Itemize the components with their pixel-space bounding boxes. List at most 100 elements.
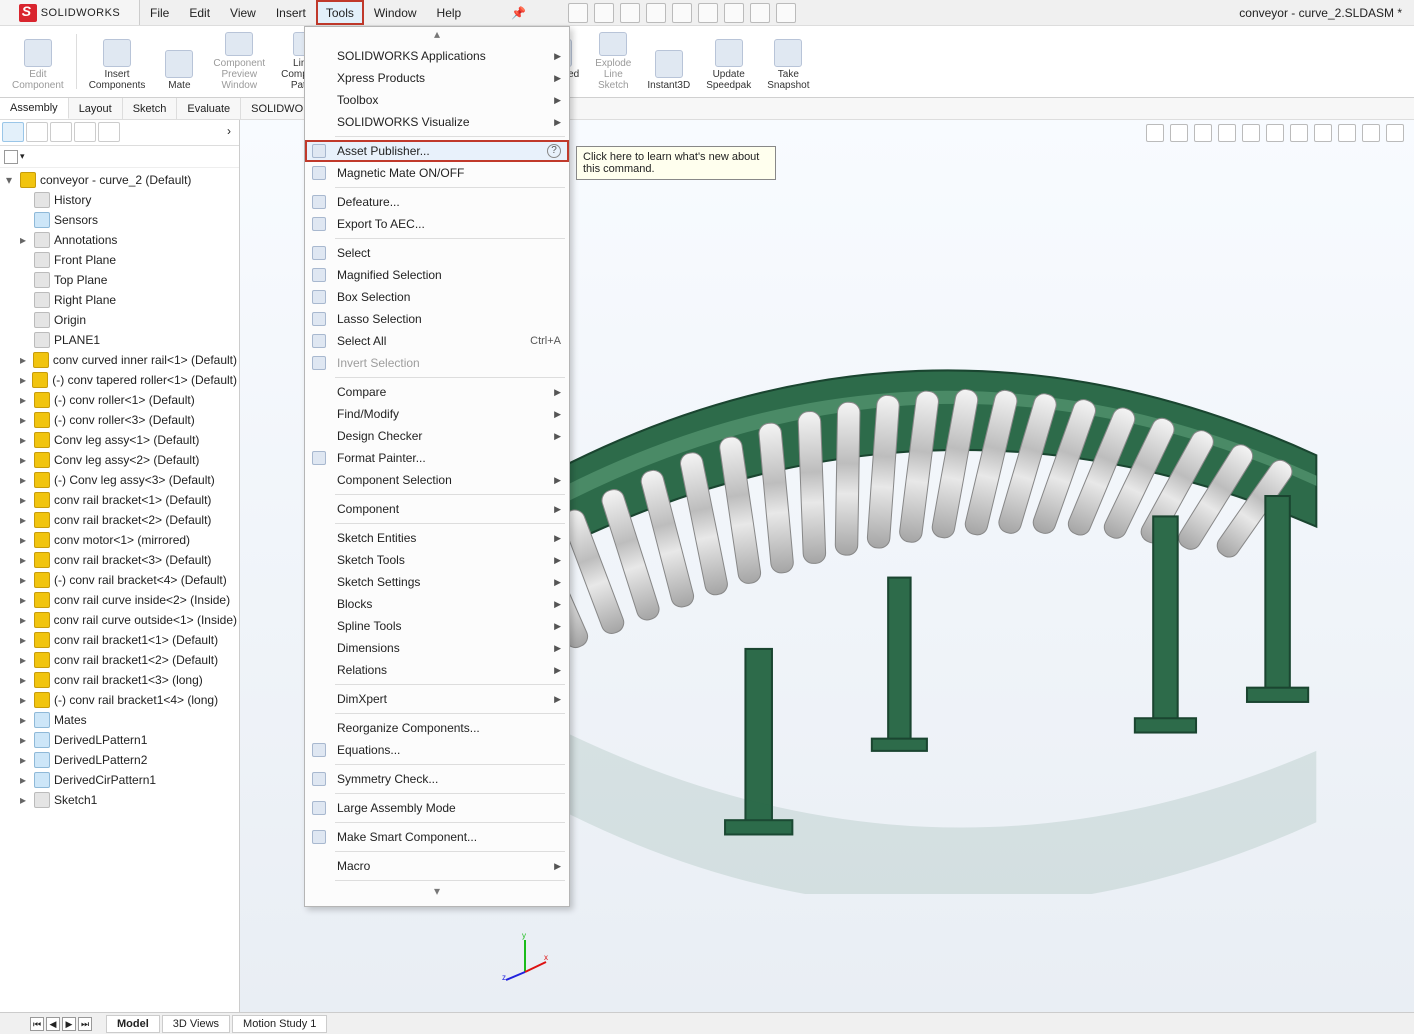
- view-settings-icon[interactable]: [1362, 124, 1380, 142]
- menu-item-toolbox[interactable]: Toolbox▶: [305, 89, 569, 111]
- edit-appearance-icon[interactable]: [1314, 124, 1332, 142]
- menu-item-sketch-entities[interactable]: Sketch Entities▶: [305, 527, 569, 549]
- open-doc-icon[interactable]: [594, 3, 614, 23]
- menu-item-dimxpert[interactable]: DimXpert▶: [305, 688, 569, 710]
- new-doc-icon[interactable]: [568, 3, 588, 23]
- save-icon[interactable]: [620, 3, 640, 23]
- menu-item-spline-tools[interactable]: Spline Tools▶: [305, 615, 569, 637]
- menu-item-asset-publisher[interactable]: Asset Publisher...?: [305, 140, 569, 162]
- menu-item-lasso-selection[interactable]: Lasso Selection: [305, 308, 569, 330]
- menu-item-macro[interactable]: Macro▶: [305, 855, 569, 877]
- menu-item-reorganize-components[interactable]: Reorganize Components...: [305, 717, 569, 739]
- menu-item-format-painter[interactable]: Format Painter...: [305, 447, 569, 469]
- viewport-dropdown-icon[interactable]: [1386, 124, 1404, 142]
- menu-item-defeature[interactable]: Defeature...: [305, 191, 569, 213]
- menu-item-solidworks-visualize[interactable]: SOLIDWORKS Visualize▶: [305, 111, 569, 133]
- bottom-tab-model[interactable]: Model: [106, 1015, 160, 1033]
- rebuild-icon[interactable]: [724, 3, 744, 23]
- menu-item-design-checker[interactable]: Design Checker▶: [305, 425, 569, 447]
- ribbon-take-snapshot[interactable]: TakeSnapshot: [761, 30, 815, 93]
- tree-node[interactable]: ▸conv rail curve outside<1> (Inside): [2, 610, 237, 630]
- prev-view-icon[interactable]: [1194, 124, 1212, 142]
- menu-edit[interactable]: Edit: [179, 0, 220, 25]
- select-mode-icon[interactable]: [698, 3, 718, 23]
- feature-tree-tab-icon[interactable]: [2, 122, 24, 142]
- filter-dropdown-icon[interactable]: ▾: [20, 151, 25, 162]
- ribbon-update-speedpak[interactable]: UpdateSpeedpak: [700, 30, 757, 93]
- property-manager-tab-icon[interactable]: [26, 122, 48, 142]
- tree-node[interactable]: ▸(-) Conv leg assy<3> (Default): [2, 470, 237, 490]
- apply-scene-icon[interactable]: [1338, 124, 1356, 142]
- panel-flyout-icon[interactable]: ›: [221, 122, 237, 143]
- menu-item-compare[interactable]: Compare▶: [305, 381, 569, 403]
- filter-funnel-icon[interactable]: [4, 150, 18, 164]
- tree-node[interactable]: Top Plane: [2, 270, 237, 290]
- pin-icon[interactable]: 📌: [511, 6, 526, 20]
- cmdtab-layout[interactable]: Layout: [69, 98, 123, 119]
- display-manager-tab-icon[interactable]: [98, 122, 120, 142]
- tab-first-icon[interactable]: ⏮: [30, 1017, 44, 1031]
- view-orient-icon[interactable]: [1242, 124, 1260, 142]
- tab-last-icon[interactable]: ⏭: [78, 1017, 92, 1031]
- menu-item-component-selection[interactable]: Component Selection▶: [305, 469, 569, 491]
- hide-show-icon[interactable]: [1290, 124, 1308, 142]
- cmdtab-assembly[interactable]: Assembly: [0, 98, 69, 119]
- menu-view[interactable]: View: [220, 0, 266, 25]
- tree-node[interactable]: ▸(-) conv roller<3> (Default): [2, 410, 237, 430]
- tree-node[interactable]: ▸conv rail bracket1<2> (Default): [2, 650, 237, 670]
- tree-node[interactable]: ▸conv rail bracket<1> (Default): [2, 490, 237, 510]
- menu-item-select-all[interactable]: Select AllCtrl+A: [305, 330, 569, 352]
- bottom-tab-motion-study-1[interactable]: Motion Study 1: [232, 1015, 327, 1033]
- tree-node[interactable]: Front Plane: [2, 250, 237, 270]
- menu-window[interactable]: Window: [364, 0, 427, 25]
- menu-scroll-up-icon[interactable]: ▴: [305, 27, 569, 45]
- undo-icon[interactable]: [672, 3, 692, 23]
- menu-item-find-modify[interactable]: Find/Modify▶: [305, 403, 569, 425]
- tree-node[interactable]: ▸Conv leg assy<2> (Default): [2, 450, 237, 470]
- tree-node[interactable]: ▸DerivedLPattern2: [2, 750, 237, 770]
- cmdtab-sketch[interactable]: Sketch: [123, 98, 178, 119]
- zoom-fit-icon[interactable]: [1146, 124, 1164, 142]
- zoom-area-icon[interactable]: [1170, 124, 1188, 142]
- ribbon-mate[interactable]: Mate: [155, 30, 203, 93]
- tree-node[interactable]: ▸conv rail bracket<3> (Default): [2, 550, 237, 570]
- menu-item-magnetic-mate-on-off[interactable]: Magnetic Mate ON/OFF: [305, 162, 569, 184]
- tree-node[interactable]: History: [2, 190, 237, 210]
- options-icon[interactable]: [750, 3, 770, 23]
- menu-item-symmetry-check[interactable]: Symmetry Check...: [305, 768, 569, 790]
- menu-insert[interactable]: Insert: [266, 0, 316, 25]
- section-view-icon[interactable]: [1218, 124, 1236, 142]
- menu-scroll-down-icon[interactable]: ▾: [305, 884, 569, 902]
- ribbon-insert-components[interactable]: InsertComponents: [83, 30, 152, 93]
- menu-item-export-to-aec[interactable]: Export To AEC...: [305, 213, 569, 235]
- menu-item-solidworks-applications[interactable]: SOLIDWORKS Applications▶: [305, 45, 569, 67]
- tab-prev-icon[interactable]: ◀: [46, 1017, 60, 1031]
- tree-node[interactable]: ▸Conv leg assy<1> (Default): [2, 430, 237, 450]
- menu-tools[interactable]: Tools: [316, 0, 364, 25]
- menu-item-sketch-tools[interactable]: Sketch Tools▶: [305, 549, 569, 571]
- bottom-tab-3d-views[interactable]: 3D Views: [162, 1015, 230, 1033]
- menu-item-select[interactable]: Select: [305, 242, 569, 264]
- tree-node[interactable]: ▸conv curved inner rail<1> (Default): [2, 350, 237, 370]
- tree-node[interactable]: ▸DerivedLPattern1: [2, 730, 237, 750]
- tree-node[interactable]: ▾conveyor - curve_2 (Default): [2, 170, 237, 190]
- tree-node[interactable]: ▸Sketch1: [2, 790, 237, 810]
- tree-node[interactable]: Origin: [2, 310, 237, 330]
- menu-file[interactable]: File: [140, 0, 179, 25]
- tree-node[interactable]: ▸(-) conv rail bracket1<4> (long): [2, 690, 237, 710]
- settings-gear-icon[interactable]: [776, 3, 796, 23]
- display-style-icon[interactable]: [1266, 124, 1284, 142]
- menu-item-magnified-selection[interactable]: Magnified Selection: [305, 264, 569, 286]
- tree-node[interactable]: Right Plane: [2, 290, 237, 310]
- tree-node[interactable]: ▸conv rail bracket<2> (Default): [2, 510, 237, 530]
- tree-node[interactable]: ▸conv rail curve inside<2> (Inside): [2, 590, 237, 610]
- tree-node[interactable]: PLANE1: [2, 330, 237, 350]
- tab-next-icon[interactable]: ▶: [62, 1017, 76, 1031]
- help-icon[interactable]: ?: [547, 144, 561, 158]
- tree-node[interactable]: ▸DerivedCirPattern1: [2, 770, 237, 790]
- dimxpert-tab-icon[interactable]: [74, 122, 96, 142]
- menu-item-blocks[interactable]: Blocks▶: [305, 593, 569, 615]
- menu-item-dimensions[interactable]: Dimensions▶: [305, 637, 569, 659]
- whats-new-tooltip[interactable]: Click here to learn what's new about thi…: [576, 146, 776, 180]
- menu-item-make-smart-component[interactable]: Make Smart Component...: [305, 826, 569, 848]
